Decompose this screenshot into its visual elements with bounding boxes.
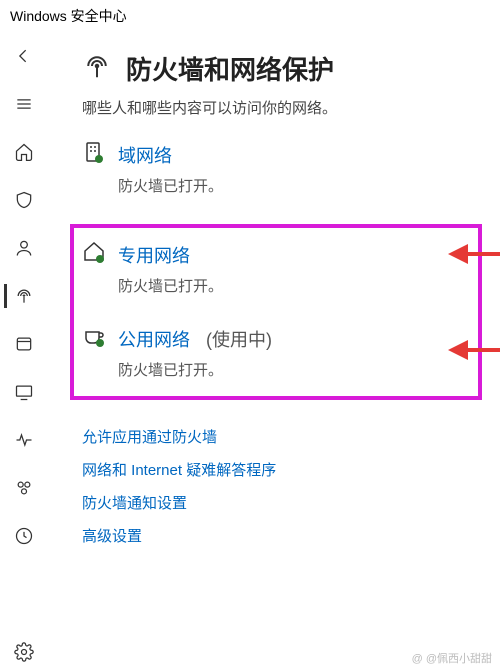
domain-network-status: 防火墙已打开。 [118, 175, 482, 196]
antenna-icon [82, 51, 112, 86]
public-network-inuse-label: (使用中) [206, 326, 272, 352]
link-list: 允许应用通过防火墙 网络和 Internet 疑难解答程序 防火墙通知设置 高级… [82, 426, 482, 546]
history-icon[interactable] [4, 516, 44, 556]
troubleshoot-link[interactable]: 网络和 Internet 疑难解答程序 [82, 459, 482, 480]
app-browser-icon[interactable] [4, 324, 44, 364]
firewall-icon[interactable] [4, 276, 44, 316]
domain-network-block: 域网络 防火墙已打开。 [82, 140, 482, 196]
public-network-status: 防火墙已打开。 [118, 359, 470, 380]
watermark: @ @佩西小甜甜 [412, 650, 492, 666]
family-icon[interactable] [4, 468, 44, 508]
settings-icon[interactable] [4, 632, 44, 672]
annotation-arrow-icon [448, 336, 500, 364]
account-icon[interactable] [4, 228, 44, 268]
page-title: 防火墙和网络保护 [126, 50, 334, 87]
main-content: 防火墙和网络保护 哪些人和哪些内容可以访问你的网络。 域网络 防火墙已打开。 [48, 32, 500, 672]
device-icon[interactable] [4, 372, 44, 412]
coffee-icon [82, 324, 106, 353]
window-title: Windows 安全中心 [0, 0, 500, 32]
public-network-block: 公用网络 (使用中) 防火墙已打开。 [82, 324, 470, 380]
public-network-link[interactable]: 公用网络 [118, 326, 190, 352]
private-network-status: 防火墙已打开。 [118, 275, 470, 296]
health-icon[interactable] [4, 420, 44, 460]
annotation-highlight-box: 专用网络 防火墙已打开。 公用网络 (使用中) 防火墙已打开。 [70, 224, 482, 400]
allow-app-link[interactable]: 允许应用通过防火墙 [82, 426, 482, 447]
private-network-block: 专用网络 防火墙已打开。 [82, 240, 470, 296]
notification-settings-link[interactable]: 防火墙通知设置 [82, 492, 482, 513]
building-icon [82, 140, 106, 169]
page-heading: 防火墙和网络保护 [82, 50, 482, 87]
house-icon [82, 240, 106, 269]
menu-icon[interactable] [4, 84, 44, 124]
home-icon[interactable] [4, 132, 44, 172]
private-network-link[interactable]: 专用网络 [118, 242, 190, 268]
advanced-settings-link[interactable]: 高级设置 [82, 525, 482, 546]
annotation-arrow-icon [448, 240, 500, 268]
back-button[interactable] [4, 36, 44, 76]
domain-network-link[interactable]: 域网络 [118, 142, 172, 168]
page-subtitle: 哪些人和哪些内容可以访问你的网络。 [82, 97, 482, 118]
shield-icon[interactable] [4, 180, 44, 220]
app-layout: 防火墙和网络保护 哪些人和哪些内容可以访问你的网络。 域网络 防火墙已打开。 [0, 32, 500, 672]
nav-rail [0, 32, 48, 672]
